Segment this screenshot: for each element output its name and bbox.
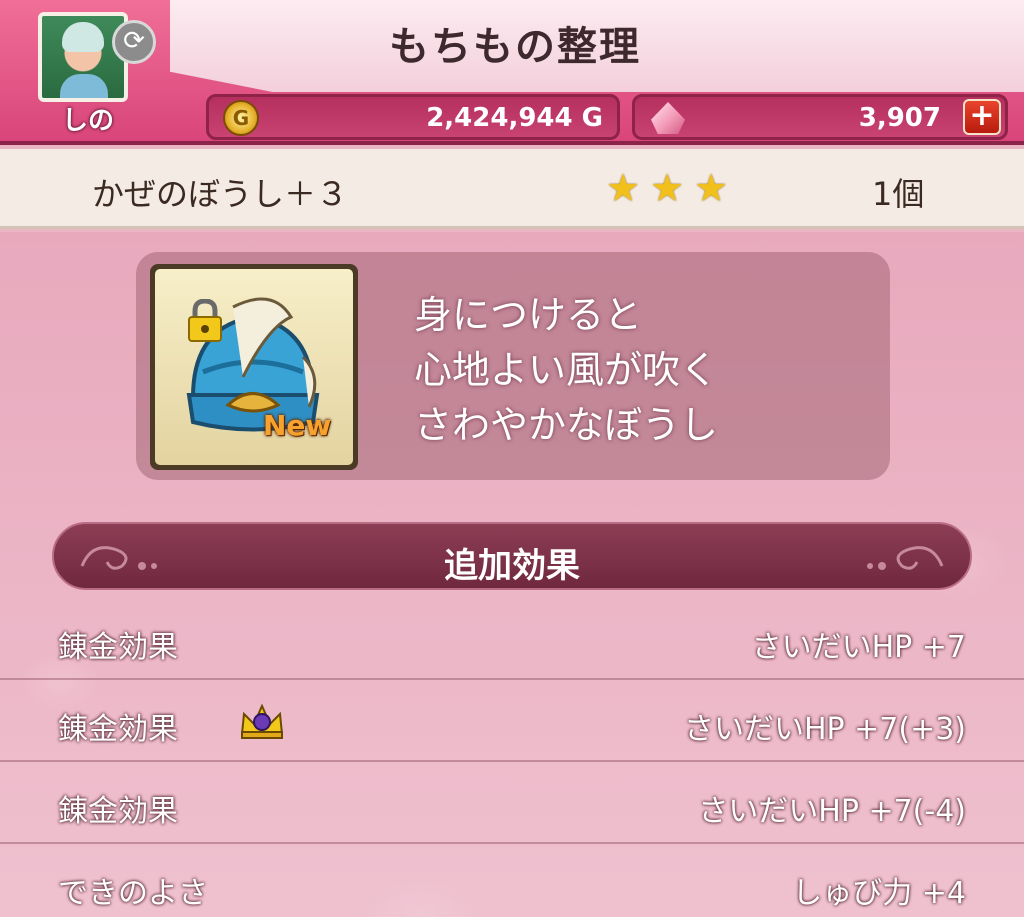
lock-icon bbox=[188, 299, 222, 342]
star-icon: ★ bbox=[694, 166, 729, 210]
star-icon: ★ bbox=[650, 166, 685, 210]
flourish-ornament-icon bbox=[867, 546, 944, 570]
description-line: 身につけると bbox=[414, 293, 643, 337]
add-gems-button[interactable]: + bbox=[963, 99, 1001, 135]
effect-label: できのよさ bbox=[58, 876, 208, 911]
item-description: 身につけると 心地よい風が吹く さわやかなぼうし bbox=[414, 288, 718, 453]
gold-display: G 2,424,944 G bbox=[206, 94, 620, 140]
item-name: かぜのぼうし＋３ bbox=[92, 175, 349, 213]
item-title-bar: かぜのぼうし＋３ ★ ★ ★ 1個 bbox=[0, 149, 1024, 229]
effect-label: 錬金効果 bbox=[58, 794, 178, 829]
effect-label: 錬金効果 bbox=[58, 712, 178, 747]
effect-value: しゅび力 +4 bbox=[792, 876, 966, 911]
effect-value: さいだいHP +7 bbox=[751, 630, 966, 665]
description-line: 心地よい風が吹く bbox=[414, 348, 719, 392]
player-avatar[interactable] bbox=[38, 12, 128, 102]
gem-value: 3,907 bbox=[858, 103, 941, 133]
crown-icon bbox=[240, 703, 284, 739]
effect-row: 錬金効果 さいだいHP +7 bbox=[0, 600, 1024, 680]
refresh-icon[interactable]: ⟳ bbox=[112, 20, 156, 64]
item-icon-frame[interactable]: New bbox=[150, 264, 358, 470]
item-count: 1個 bbox=[872, 175, 925, 213]
item-rarity-stars: ★ ★ ★ bbox=[606, 169, 728, 207]
section-title: 追加効果 bbox=[444, 546, 580, 586]
gold-coin-icon: G bbox=[223, 100, 259, 136]
effect-value: さいだいHP +7(+3) bbox=[683, 712, 966, 747]
effect-row: 錬金効果 さいだいHP +7(+3) bbox=[0, 682, 1024, 762]
gold-value: 2,424,944 G bbox=[426, 103, 603, 133]
player-name: しの bbox=[62, 106, 115, 136]
additional-effects-header: 追加効果 bbox=[52, 522, 972, 590]
new-badge: New bbox=[263, 409, 332, 442]
effect-label: 錬金効果 bbox=[58, 630, 178, 665]
effect-row: 錬金効果 さいだいHP +7(-4) bbox=[0, 764, 1024, 844]
effect-row: できのよさ しゅび力 +4 bbox=[0, 846, 1024, 917]
page-title: もちもの整理 bbox=[389, 24, 641, 70]
gem-icon bbox=[651, 102, 685, 134]
star-icon: ★ bbox=[606, 166, 641, 210]
gem-display: 3,907 + bbox=[632, 94, 1008, 140]
effect-value: さいだいHP +7(-4) bbox=[698, 794, 966, 829]
top-header: もちもの整理 ⟳ しの G 2,424,944 G 3,907 + bbox=[0, 0, 1024, 145]
description-line: さわやかなぼうし bbox=[414, 403, 719, 447]
